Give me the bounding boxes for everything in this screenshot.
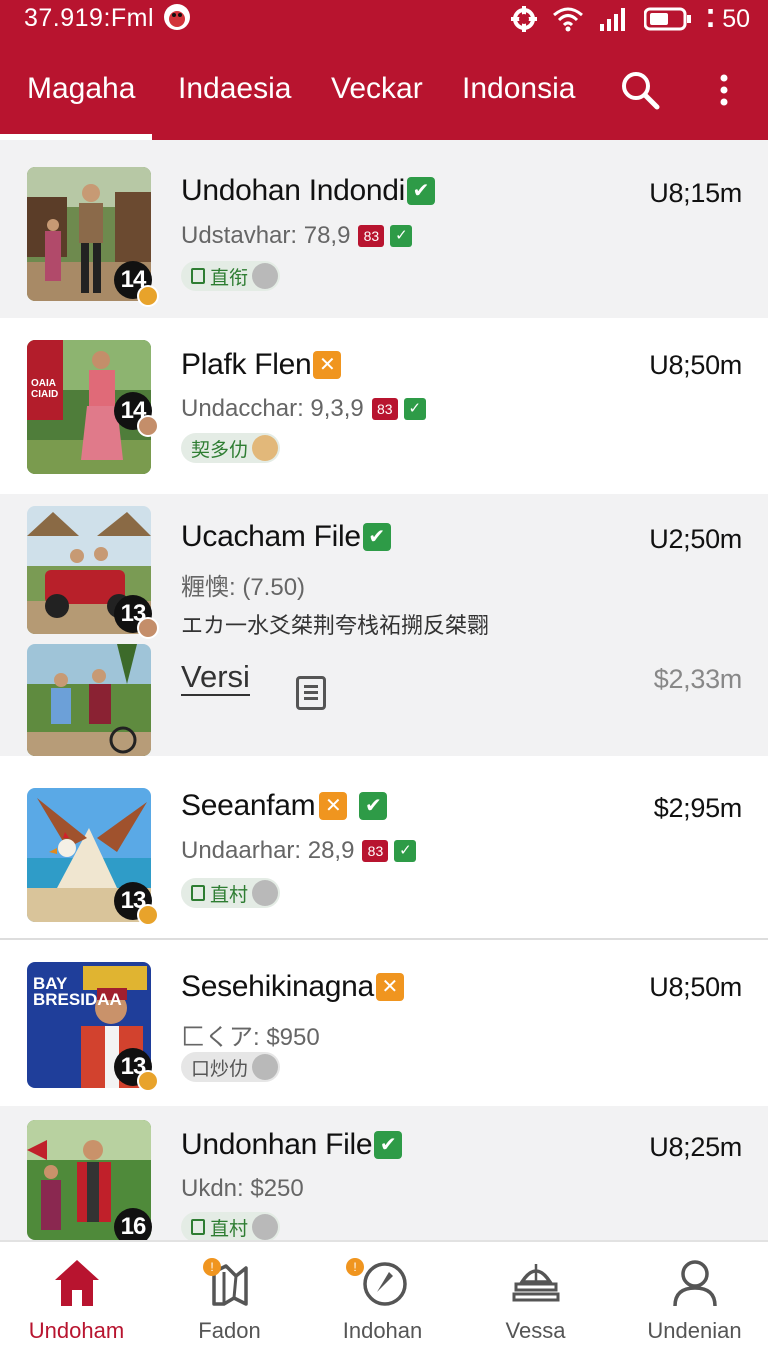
nav-item-vessa[interactable]: Vessa	[459, 1242, 612, 1346]
status-bar: 37.919:Fml ⁚ 50	[0, 0, 768, 40]
app-notification-icon	[164, 4, 190, 30]
globe-icon	[252, 1214, 279, 1240]
warning-icon: ✕	[375, 973, 404, 1001]
nav-item-indohan[interactable]: ! Indohan	[306, 1242, 459, 1346]
tab-magaha[interactable]: Magaha	[27, 72, 135, 106]
list-item[interactable]: 14 Undohan Indondi ✔ Udstavhar: 78,9 83 ✓ 直…	[0, 140, 768, 318]
nav-label: Undoham	[28, 1318, 125, 1343]
battery-icon	[643, 7, 691, 31]
document-icon	[191, 885, 205, 901]
status-icons: ⁚ 50	[510, 4, 750, 34]
thumbnail-sign: BAY BRESIDAA	[33, 974, 122, 1009]
app-bar: 37.919:Fml ⁚ 50 Magaha Indaesia Veckar I…	[0, 0, 768, 140]
tab-bar: Magaha Indaesia Veckar Indonsia	[0, 58, 768, 140]
item-title[interactable]: Plafk Flen ✕	[181, 348, 342, 382]
signal-icon	[599, 8, 625, 31]
nav-item-undenian[interactable]: Undenian	[618, 1242, 768, 1346]
settings-icon	[510, 6, 537, 32]
rating-badge: 83	[358, 225, 385, 247]
nav-item-undoham[interactable]: Undoham	[0, 1242, 153, 1346]
item-price: $2,33m	[653, 664, 743, 694]
verified-icon: ✔	[362, 523, 391, 551]
item-thumbnail	[27, 644, 151, 756]
tab-indonsia[interactable]: Indonsia	[462, 72, 575, 106]
item-subtitle: Udstavhar: 78,9 83 ✓	[181, 222, 413, 250]
item-title[interactable]: Sesehikinagna ✕	[181, 970, 404, 1004]
nav-label: Vessa	[505, 1318, 566, 1343]
bottom-navigation: Undoham ! Fadon ! Indohan Vessa Undenian	[0, 1240, 768, 1344]
status-right-text: ⁚ 50	[705, 5, 750, 33]
list-item[interactable]: OAIA CIAID 14 Plafk Flen ✕ Undacchar: 9,3…	[0, 318, 768, 494]
item-subtitle: Ukdn: $250	[181, 1175, 304, 1202]
item-title[interactable]: Undonhan File ✔	[181, 1128, 403, 1162]
item-avatar-badge	[137, 285, 159, 307]
nav-label: Undenian	[647, 1318, 742, 1343]
item-avatar-badge	[137, 617, 159, 639]
item-subtitle: Undacchar: 9,3,9 83 ✓	[181, 395, 426, 423]
document-icon	[191, 268, 205, 284]
notification-dot: !	[346, 1258, 364, 1276]
item-tag: 契多仂	[181, 433, 281, 463]
check-icon: ✓	[390, 225, 413, 247]
check-icon: ✓	[403, 398, 426, 420]
home-icon	[54, 1260, 99, 1306]
verified-icon: ✔	[374, 1131, 403, 1159]
item-avatar-badge	[137, 904, 159, 926]
list-item[interactable]: 16 Undonhan File ✔ Ukdn: $250 直村 U8;25m	[0, 1106, 768, 1240]
verified-icon: ✔	[359, 792, 388, 820]
rating-badge: 83	[371, 398, 398, 420]
item-price: U8;50m	[649, 972, 742, 1002]
verified-icon: ✔	[407, 177, 436, 205]
listing-list: 14 Undohan Indondi ✔ Udstavhar: 78,9 83 ✓ 直…	[0, 140, 768, 1240]
globe-icon	[252, 1054, 279, 1080]
item-subtitle: 糎懊: (7.50)	[181, 574, 306, 601]
item-title[interactable]: Undohan Indondi ✔	[181, 174, 436, 208]
warning-icon: ✕	[319, 792, 348, 820]
list-item[interactable]: 13 Ucacham File ✔ 糎懊: (7.50) エカ一水爻桀荆夸栈祏搠反…	[0, 494, 768, 756]
status-time: 37.919:Fml	[24, 4, 155, 32]
thumbnail-sign: OAIA CIAID	[31, 378, 59, 400]
item-title-link[interactable]: Versi	[181, 660, 250, 696]
list-item[interactable]: BAY BRESIDAA 13 Sesehikinagna ✕ 匚くア: $950…	[0, 940, 768, 1106]
document-icon	[191, 1219, 205, 1235]
nav-label: Indohan	[342, 1318, 423, 1343]
overflow-menu-icon[interactable]	[716, 72, 732, 108]
item-title[interactable]: Seeanfam ✕ ✔	[181, 789, 388, 823]
tab-veckar[interactable]: Veckar	[331, 72, 423, 106]
profile-icon	[672, 1260, 717, 1307]
document-icon[interactable]	[296, 676, 326, 710]
compass-icon	[362, 1262, 407, 1306]
nav-item-fadon[interactable]: ! Fadon	[153, 1242, 306, 1346]
pastry-icon	[252, 435, 279, 461]
wifi-icon	[552, 7, 583, 32]
item-tag: 直村	[181, 878, 281, 908]
item-avatar-badge	[137, 415, 159, 437]
nav-label: Fadon	[198, 1318, 261, 1343]
temple-icon	[512, 1264, 559, 1302]
item-tag: 直衔	[181, 261, 281, 291]
rating-badge: 83	[362, 840, 389, 862]
item-price: U8;50m	[649, 350, 742, 380]
warning-icon: ✕	[313, 351, 342, 379]
check-icon: ✓	[394, 840, 417, 862]
item-avatar-badge	[137, 1070, 159, 1092]
item-price: U8;25m	[649, 1132, 742, 1162]
tab-indaesia[interactable]: Indaesia	[178, 72, 291, 106]
item-count-badge: 16	[114, 1208, 152, 1240]
item-tag: 直村	[181, 1212, 281, 1240]
item-subtitle: 匚くア: $950	[181, 1024, 320, 1051]
item-subtitle: Undaarhar: 28,9 83 ✓	[181, 837, 417, 865]
item-description: エカ一水爻桀荆夸栈祏搠反桀翾	[181, 613, 490, 638]
globe-icon	[252, 263, 279, 289]
globe-icon	[252, 880, 279, 906]
item-tag: 口炒仂	[181, 1052, 281, 1082]
item-price: U2;50m	[649, 524, 742, 554]
item-price: $2;95m	[653, 793, 743, 823]
item-title[interactable]: Ucacham File ✔	[181, 520, 391, 554]
search-icon[interactable]	[620, 70, 660, 110]
item-price: U8;15m	[649, 178, 742, 208]
notification-dot: !	[203, 1258, 221, 1276]
list-item[interactable]: 13 Seeanfam ✕ ✔ Undaarhar: 28,9 83 ✓ 直村 $2;9…	[0, 756, 768, 940]
